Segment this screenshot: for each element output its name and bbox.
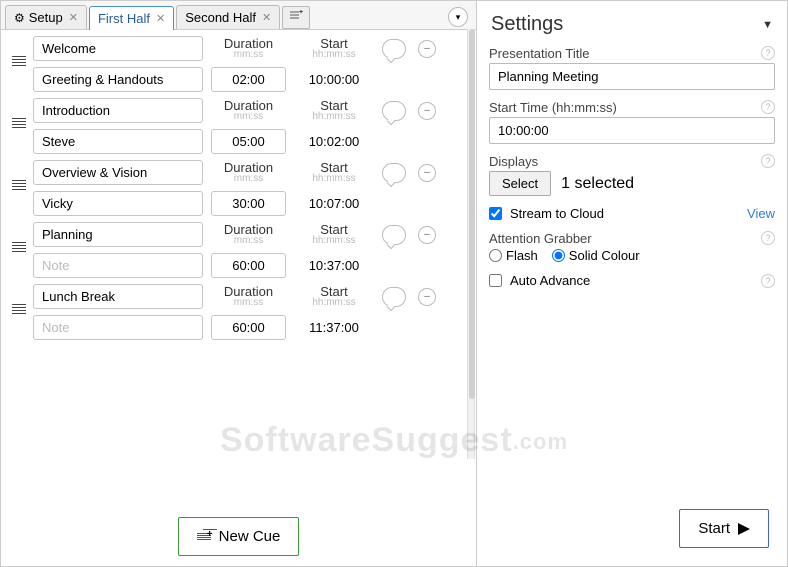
cue-start-value: 11:37:00 [294,316,374,339]
cue-duration-input[interactable]: 02:00 [211,67,286,92]
cue-start-value: 10:37:00 [294,254,374,277]
cue-subtitle-input[interactable]: Vicky [33,191,203,216]
tab-label: First Half [98,11,150,26]
button-label: Start [698,520,730,537]
comment-icon[interactable] [382,101,406,121]
attention-label: Attention Grabber [489,231,592,246]
scrollbar[interactable] [467,29,475,459]
comment-icon[interactable] [382,39,406,59]
scrollbar-thumb[interactable] [469,29,475,399]
cue-subtitle-input[interactable]: Steve [33,129,203,154]
cue-subtitle-input[interactable]: Note [33,315,203,340]
collapse-cue-button[interactable]: – [418,40,436,58]
collapse-cue-button[interactable]: – [418,164,436,182]
settings-heading: Settings [491,13,563,36]
settings-panel: Settings ▼ Presentation Title ? Start Ti… [477,1,787,566]
collapse-icon[interactable]: ▼ [762,19,773,31]
drag-handle-icon[interactable] [11,222,27,252]
close-icon[interactable]: ✕ [69,11,78,24]
cue-duration-input[interactable]: 30:00 [211,191,286,216]
start-time-input[interactable] [489,117,775,144]
svg-text:+: + [299,10,303,16]
auto-advance-label: Auto Advance [510,273,590,288]
presentation-title-input[interactable] [489,63,775,90]
duration-subheader: mm:ss [211,297,286,308]
button-label: New Cue [219,528,281,545]
close-icon[interactable]: ✕ [156,12,165,25]
gear-icon: ⚙ [14,11,25,25]
drag-handle-icon[interactable] [11,98,27,128]
start-subheader: hh:mm:ss [294,235,374,246]
stream-label: Stream to Cloud [510,206,604,221]
start-time-label: Start Time (hh:mm:ss) [489,100,617,115]
comment-icon[interactable] [382,287,406,307]
help-icon[interactable]: ? [761,274,775,288]
tab-second-half[interactable]: Second Half ✕ [176,5,280,29]
tab-first-half[interactable]: First Half ✕ [89,6,174,30]
drag-handle-icon[interactable] [11,36,27,66]
cue-start-value: 10:00:00 [294,68,374,91]
solid-radio[interactable] [552,249,565,262]
cue-row: Overview & Vision Duration mm:ss Start h… [11,160,466,216]
solid-radio-label[interactable]: Solid Colour [552,248,640,263]
cue-title-input[interactable]: Welcome [33,36,203,61]
cue-row: Lunch Break Duration mm:ss Start hh:mm:s… [11,284,466,340]
start-subheader: hh:mm:ss [294,111,374,122]
flash-radio-label[interactable]: Flash [489,248,538,263]
start-subheader: hh:mm:ss [294,173,374,184]
cue-subtitle-input[interactable]: Note [33,253,203,278]
help-icon[interactable]: ? [761,231,775,245]
cue-duration-input[interactable]: 60:00 [211,253,286,278]
new-cue-icon: + [197,533,211,540]
duration-subheader: mm:ss [211,111,286,122]
drag-handle-icon[interactable] [11,160,27,190]
tab-bar: ⚙ Setup ✕ First Half ✕ Second Half ✕ + [1,1,476,30]
new-cue-button[interactable]: + New Cue [178,517,300,556]
collapse-cue-button[interactable]: – [418,288,436,306]
displays-count: 1 selected [561,175,634,193]
comment-icon[interactable] [382,225,406,245]
tab-dropdown[interactable]: ▾ [448,7,468,27]
cue-title-input[interactable]: Lunch Break [33,284,203,309]
cue-row: Introduction Duration mm:ss Start hh:mm:… [11,98,466,154]
cue-subtitle-input[interactable]: Greeting & Handouts [33,67,203,92]
flash-radio[interactable] [489,249,502,262]
displays-label: Displays [489,154,538,169]
cue-title-input[interactable]: Planning [33,222,203,247]
start-subheader: hh:mm:ss [294,297,374,308]
tab-label: Setup [29,10,63,25]
add-list-icon: + [289,10,303,22]
cue-list: Welcome Duration mm:ss Start hh:mm:ss – … [1,30,476,507]
help-icon[interactable]: ? [761,46,775,60]
start-subheader: hh:mm:ss [294,49,374,60]
cue-start-value: 10:07:00 [294,192,374,215]
comment-icon[interactable] [382,163,406,183]
help-icon[interactable]: ? [761,100,775,114]
tab-setup[interactable]: ⚙ Setup ✕ [5,5,87,29]
cue-title-input[interactable]: Introduction [33,98,203,123]
stream-to-cloud-checkbox[interactable] [489,207,502,220]
play-icon [738,523,750,535]
tab-label: Second Half [185,10,256,25]
title-label: Presentation Title [489,46,589,61]
duration-subheader: mm:ss [211,173,286,184]
duration-subheader: mm:ss [211,235,286,246]
auto-advance-checkbox[interactable] [489,274,502,287]
duration-subheader: mm:ss [211,49,286,60]
view-link[interactable]: View [747,206,775,221]
close-icon[interactable]: ✕ [262,11,271,24]
select-displays-button[interactable]: Select [489,171,551,196]
drag-handle-icon[interactable] [11,284,27,314]
cue-duration-input[interactable]: 05:00 [211,129,286,154]
cue-duration-input[interactable]: 60:00 [211,315,286,340]
cue-row: Welcome Duration mm:ss Start hh:mm:ss – … [11,36,466,92]
collapse-cue-button[interactable]: – [418,226,436,244]
help-icon[interactable]: ? [761,154,775,168]
start-button[interactable]: Start [679,509,769,548]
add-tab-button[interactable]: + [282,6,310,29]
collapse-cue-button[interactable]: – [418,102,436,120]
cue-row: Planning Duration mm:ss Start hh:mm:ss –… [11,222,466,278]
cue-title-input[interactable]: Overview & Vision [33,160,203,185]
cue-start-value: 10:02:00 [294,130,374,153]
